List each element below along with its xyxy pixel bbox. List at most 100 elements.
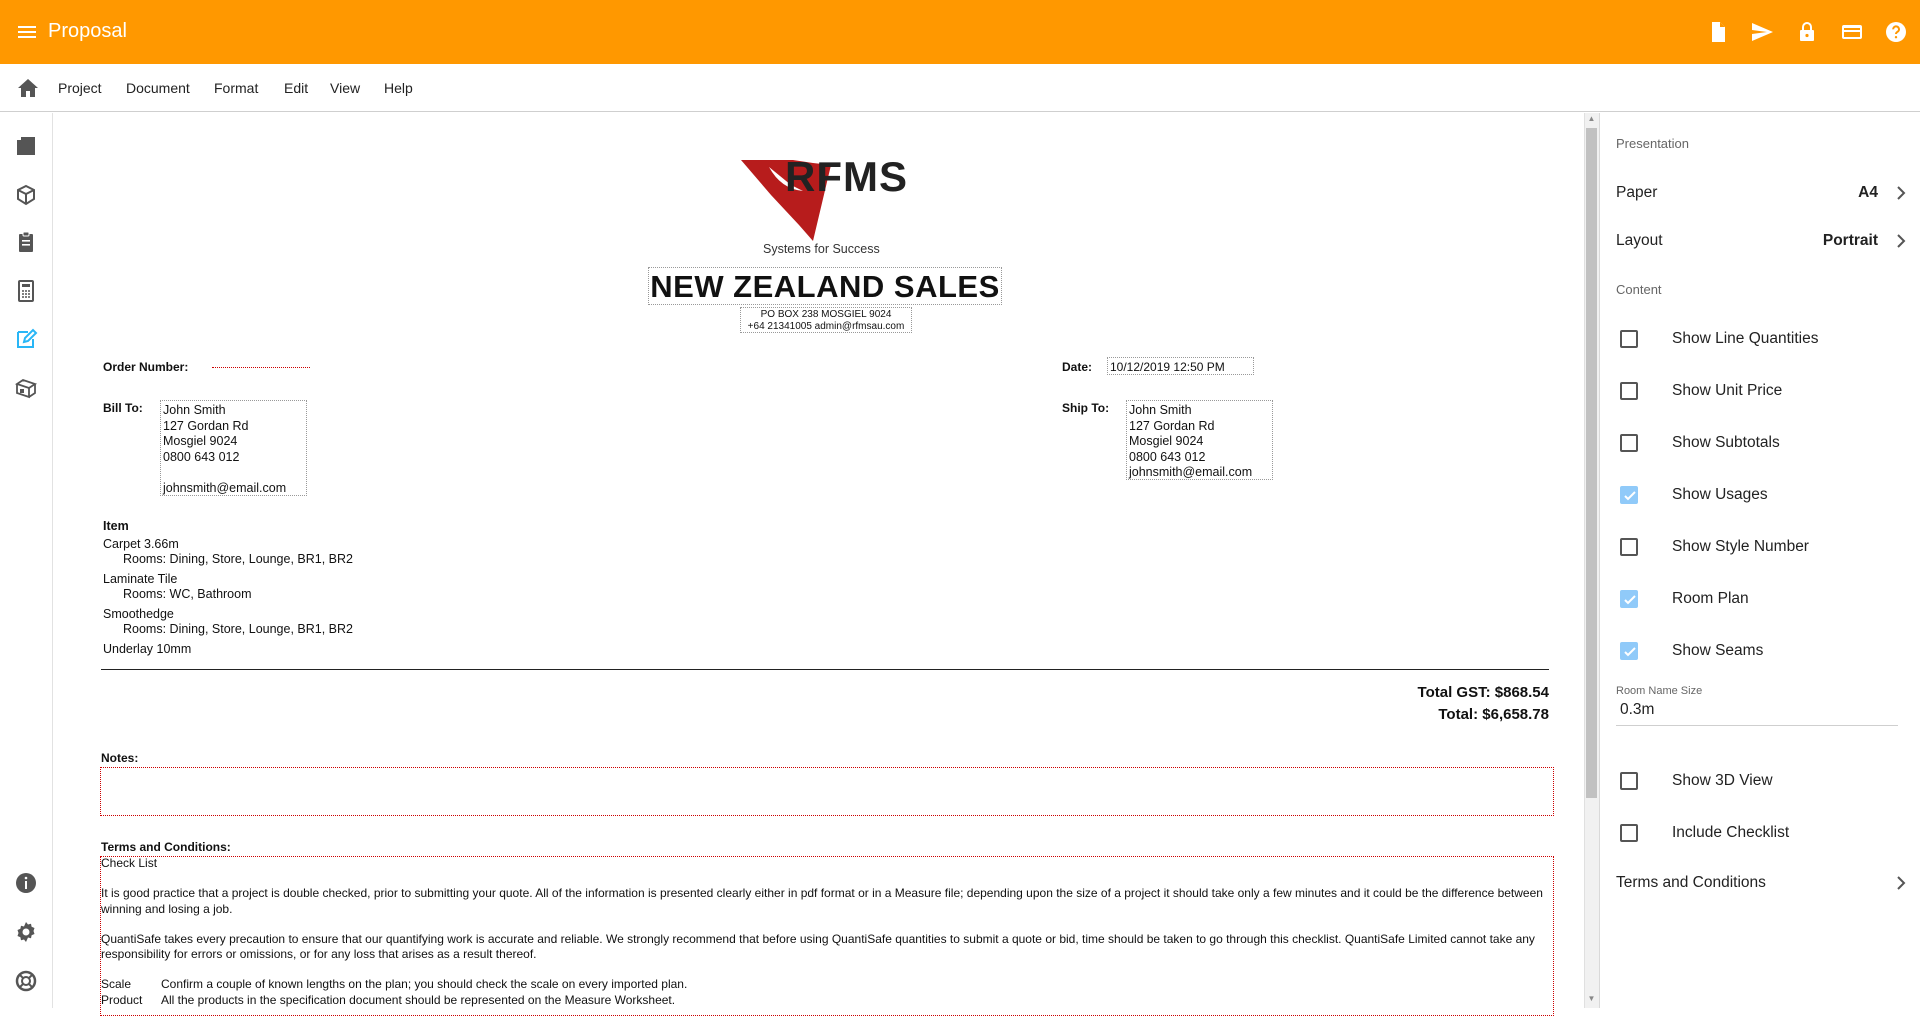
bill-to-line: 0800 643 012 xyxy=(163,449,240,464)
checkbox-show-3d-view[interactable]: Show 3D View xyxy=(1600,761,1920,801)
room-name-size-input[interactable]: 0.3m xyxy=(1616,701,1898,726)
checkbox-show-unit-price[interactable]: Show Unit Price xyxy=(1600,371,1920,411)
order-number-field[interactable] xyxy=(212,358,310,368)
chevron-right-icon xyxy=(1897,186,1906,200)
checkbox-icon[interactable] xyxy=(1620,330,1638,348)
ship-to-label: Ship To: xyxy=(1062,401,1110,415)
notes-field[interactable] xyxy=(100,767,1554,816)
checkbox-label: Include Checklist xyxy=(1672,824,1790,841)
date-label: Date: xyxy=(1062,360,1093,374)
bill-to-line xyxy=(163,465,304,481)
menu-icon[interactable] xyxy=(17,22,37,42)
checkbox-label: Show Seams xyxy=(1672,642,1764,659)
room-name-size-field[interactable]: Room Name Size 0.3m xyxy=(1616,685,1898,726)
menu-format[interactable]: Format xyxy=(214,80,258,96)
company-address[interactable]: PO BOX 238 MOSGIEL 9024 +64 21341005 adm… xyxy=(740,307,912,333)
layout-label: Layout xyxy=(1616,232,1663,249)
checkbox-icon[interactable] xyxy=(1620,538,1638,556)
edit-document-icon[interactable] xyxy=(14,327,38,351)
terms-row-value: Confirm a couple of known lengths on the… xyxy=(161,977,688,992)
ship-to-line: 127 Gordan Rd xyxy=(1129,418,1215,433)
item-name: Carpet 3.66m xyxy=(103,536,179,551)
lock-icon[interactable] xyxy=(1795,20,1819,44)
checkbox-show-seams[interactable]: Show Seams xyxy=(1600,631,1920,671)
checkbox-show-line-quantities[interactable]: Show Line Quantities xyxy=(1600,319,1920,359)
date-field[interactable]: 10/12/2019 12:50 PM xyxy=(1107,357,1254,375)
paper-value: A4 xyxy=(1858,184,1878,201)
layout-setting[interactable]: Layout Portrait xyxy=(1600,221,1920,261)
terms-and-conditions-setting[interactable]: Terms and Conditions xyxy=(1600,863,1920,903)
help-icon[interactable] xyxy=(1884,20,1908,44)
checkbox-show-usages[interactable]: Show Usages xyxy=(1600,475,1920,515)
send-icon[interactable] xyxy=(1750,20,1774,44)
ship-to-address[interactable]: John Smith 127 Gordan Rd Mosgiel 9024 08… xyxy=(1126,400,1273,480)
bill-to-line: Mosgiel 9024 xyxy=(163,434,238,448)
layers-icon[interactable] xyxy=(14,134,38,158)
company-name[interactable]: NEW ZEALAND SALES xyxy=(648,267,1002,305)
paper-setting[interactable]: Paper A4 xyxy=(1600,173,1920,213)
menu-view[interactable]: View xyxy=(330,80,360,96)
total-gst: Total GST: $868.54 xyxy=(1417,684,1549,701)
checkbox-icon[interactable] xyxy=(1620,382,1638,400)
item-header: Item xyxy=(103,519,129,533)
document-scrollbar-thumb[interactable] xyxy=(1586,128,1597,798)
credit-card-icon[interactable] xyxy=(1840,20,1864,44)
checkbox-label: Show Usages xyxy=(1672,486,1768,503)
home-icon[interactable] xyxy=(17,78,39,98)
bill-to-line: johnsmith@email.com xyxy=(163,480,287,495)
menu-edit[interactable]: Edit xyxy=(284,80,308,96)
checkbox-room-plan[interactable]: Room Plan xyxy=(1600,579,1920,619)
checkbox-icon[interactable] xyxy=(1620,434,1638,452)
item-name: Laminate Tile xyxy=(103,571,178,586)
clipboard-icon[interactable] xyxy=(14,230,38,254)
calculator-icon[interactable] xyxy=(14,279,38,303)
left-rail xyxy=(0,113,53,1008)
scroll-up-arrow-icon[interactable]: ▲ xyxy=(1586,114,1597,126)
bill-to-line: John Smith xyxy=(163,403,226,417)
bill-to-address[interactable]: John Smith 127 Gordan Rd Mosgiel 9024 08… xyxy=(160,400,307,496)
items-divider xyxy=(101,669,1549,670)
checkbox-label: Show Unit Price xyxy=(1672,382,1783,399)
terms-content: Check List It is good practice that a pr… xyxy=(101,856,1549,1008)
box-icon[interactable] xyxy=(14,183,38,207)
notes-label: Notes: xyxy=(101,751,139,765)
item-name: Smoothedge xyxy=(103,606,174,621)
chevron-right-icon xyxy=(1897,234,1906,248)
address-line: PO BOX 238 MOSGIEL 9024 xyxy=(760,309,892,320)
checkbox-label: Show Style Number xyxy=(1672,538,1809,555)
checkbox-label: Show Line Quantities xyxy=(1672,330,1819,347)
app-title: Proposal xyxy=(48,20,127,42)
terms-paragraph: QuantiSafe takes every precaution to ens… xyxy=(101,931,1535,962)
menu-bar: Project Document Format Edit View Help xyxy=(0,64,1920,112)
checkbox-include-checklist[interactable]: Include Checklist xyxy=(1600,813,1920,853)
ship-to-line: johnsmith@email.com xyxy=(1129,465,1253,479)
support-icon[interactable] xyxy=(14,969,38,993)
ship-to-line: 0800 643 012 xyxy=(1129,449,1206,464)
checkbox-icon[interactable] xyxy=(1620,772,1638,790)
checkbox-show-style-number[interactable]: Show Style Number xyxy=(1600,527,1920,567)
checkbox-show-subtotals[interactable]: Show Subtotals xyxy=(1600,423,1920,463)
package-icon[interactable] xyxy=(14,376,38,400)
address-line: +64 21341005 admin@rfmsau.com xyxy=(747,321,905,332)
menu-document[interactable]: Document xyxy=(126,80,190,96)
checkbox-checked-icon[interactable] xyxy=(1620,590,1638,608)
menu-help[interactable]: Help xyxy=(384,80,413,96)
menu-project[interactable]: Project xyxy=(58,80,102,96)
scroll-down-arrow-icon[interactable]: ▼ xyxy=(1586,994,1597,1006)
date-value: 10/12/2019 12:50 PM xyxy=(1110,360,1225,374)
checkbox-icon[interactable] xyxy=(1620,824,1638,842)
bill-to-line: 127 Gordan Rd xyxy=(163,418,249,433)
checkbox-checked-icon[interactable] xyxy=(1620,642,1638,660)
terms-row-key: Product xyxy=(101,992,143,1007)
terms-row: Product All the products in the specific… xyxy=(101,993,1549,1008)
info-icon[interactable] xyxy=(14,871,38,895)
settings-icon[interactable] xyxy=(14,920,38,944)
ship-to-line: Mosgiel 9024 xyxy=(1129,434,1204,448)
terms-and-conditions-label: Terms and Conditions xyxy=(1616,874,1766,891)
document-icon[interactable] xyxy=(1706,20,1730,44)
checkbox-checked-icon[interactable] xyxy=(1620,486,1638,504)
logo-text: RFMS xyxy=(785,153,908,200)
terms-paragraph: It is good practice that a project is do… xyxy=(101,886,1543,916)
item-rooms: Rooms: Dining, Store, Lounge, BR1, BR2 xyxy=(123,552,353,566)
company-logo: RFMS Systems for Success xyxy=(741,153,921,256)
